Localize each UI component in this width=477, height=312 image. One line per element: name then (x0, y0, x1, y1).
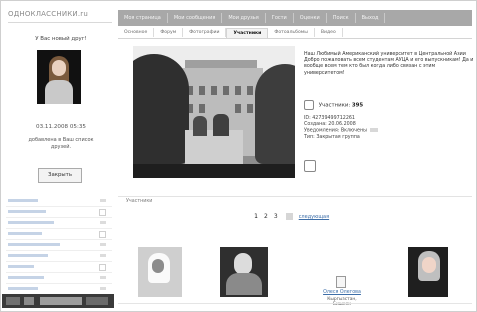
member-photo[interactable] (220, 247, 268, 297)
tabs-divider (118, 38, 472, 39)
members-count-row[interactable]: Участники: 395 (304, 100, 474, 110)
sidebar-item[interactable] (6, 273, 112, 284)
photo-ground (133, 164, 295, 178)
next-page-link[interactable]: следующая (299, 214, 329, 220)
group-photo[interactable] (133, 46, 295, 178)
member-city: Кыргызстан, Бишкек (327, 297, 357, 307)
friend-avatar[interactable] (37, 50, 81, 104)
photo-statue (193, 116, 207, 136)
sidebar-item[interactable] (6, 240, 112, 251)
taskbar-tray (86, 297, 108, 305)
sidebar-menu (6, 196, 112, 306)
avatar-face (52, 60, 66, 76)
nav-messages[interactable]: Мои сообщения (168, 13, 223, 23)
left-sidebar: У Вас новый друг! 03.11.2008 05:35 добав… (4, 28, 114, 308)
tab-albums[interactable]: Фотоальбомы (268, 28, 315, 37)
top-navigation: Моя страница Мои сообщения Мои друзья Го… (118, 10, 472, 26)
taskbar-start-button[interactable] (6, 297, 20, 305)
taskbar (2, 294, 114, 308)
members-icon (304, 100, 314, 110)
member-photo[interactable] (408, 247, 448, 297)
photo-tree-right (255, 64, 295, 164)
members-count: 395 (351, 102, 364, 109)
nav-ratings[interactable]: Оценки (294, 13, 327, 23)
site-logo[interactable]: ОДНОКЛАССНИКИ.ru (8, 10, 112, 23)
new-friend-title: У Вас новый друг! (35, 36, 87, 42)
members-label: Участники: (318, 102, 351, 109)
sidebar-item[interactable] (6, 218, 112, 229)
photo-statue (213, 114, 229, 136)
tab-main[interactable]: Основное (118, 28, 155, 37)
taskbar-phone-icon[interactable] (24, 297, 34, 305)
sidebar-item[interactable] (6, 251, 112, 262)
tab-members[interactable]: Участники (226, 28, 269, 38)
members-section-title: Участники (126, 199, 153, 204)
avatar-body (45, 80, 73, 104)
sidebar-item[interactable] (6, 196, 112, 207)
sidebar-item[interactable] (6, 262, 112, 273)
divider (118, 303, 472, 304)
page-more-icon[interactable] (285, 213, 293, 220)
sidebar-item[interactable] (6, 229, 112, 240)
nav-my-page[interactable]: Моя страница (118, 13, 168, 23)
photo-tree-left (133, 54, 189, 164)
page-3[interactable]: 3 (272, 213, 280, 220)
group-tabs: Основное Форум Фотографии Участники Фото… (118, 28, 472, 38)
invite-icon (304, 160, 316, 172)
friend-added-text: добавлена в Ваш список друзей. (28, 137, 94, 150)
nav-guests[interactable]: Гости (266, 13, 294, 23)
taskbar-app-button[interactable] (40, 297, 82, 305)
invite-friends[interactable] (304, 160, 474, 174)
group-meta: ID: 42739499712261 Создана: 20.06.2008 У… (304, 116, 474, 141)
tab-forum[interactable]: Форум (154, 28, 184, 37)
notifications-toggle[interactable] (370, 128, 379, 133)
tab-video[interactable]: Видео (315, 28, 343, 37)
member-photo[interactable] (138, 247, 182, 297)
members-section-header: Участники (118, 196, 472, 205)
friend-added-date: 03.11.2008 05:35 (36, 124, 86, 130)
group-heading (304, 44, 474, 50)
tab-photos[interactable]: Фотографии (183, 28, 227, 37)
close-button[interactable]: Закрыть (38, 168, 82, 183)
group-description: Наш Любимый Американский университет в Ц… (304, 52, 474, 76)
group-info: Наш Любимый Американский университет в Ц… (304, 44, 474, 77)
pagination: 1 2 3 следующая (252, 213, 382, 223)
page-2[interactable]: 2 (262, 213, 270, 220)
nav-logout[interactable]: Выход (356, 13, 386, 23)
nav-search[interactable]: Поиск (327, 13, 356, 23)
member-name-link[interactable]: Олеся Олегова (318, 290, 366, 295)
nav-friends[interactable]: Мои друзья (222, 13, 266, 23)
group-type: Тип: Закрытая группа (304, 135, 360, 141)
no-photo-icon[interactable] (336, 276, 346, 288)
page-1[interactable]: 1 (252, 213, 260, 220)
sidebar-item[interactable] (6, 207, 112, 218)
